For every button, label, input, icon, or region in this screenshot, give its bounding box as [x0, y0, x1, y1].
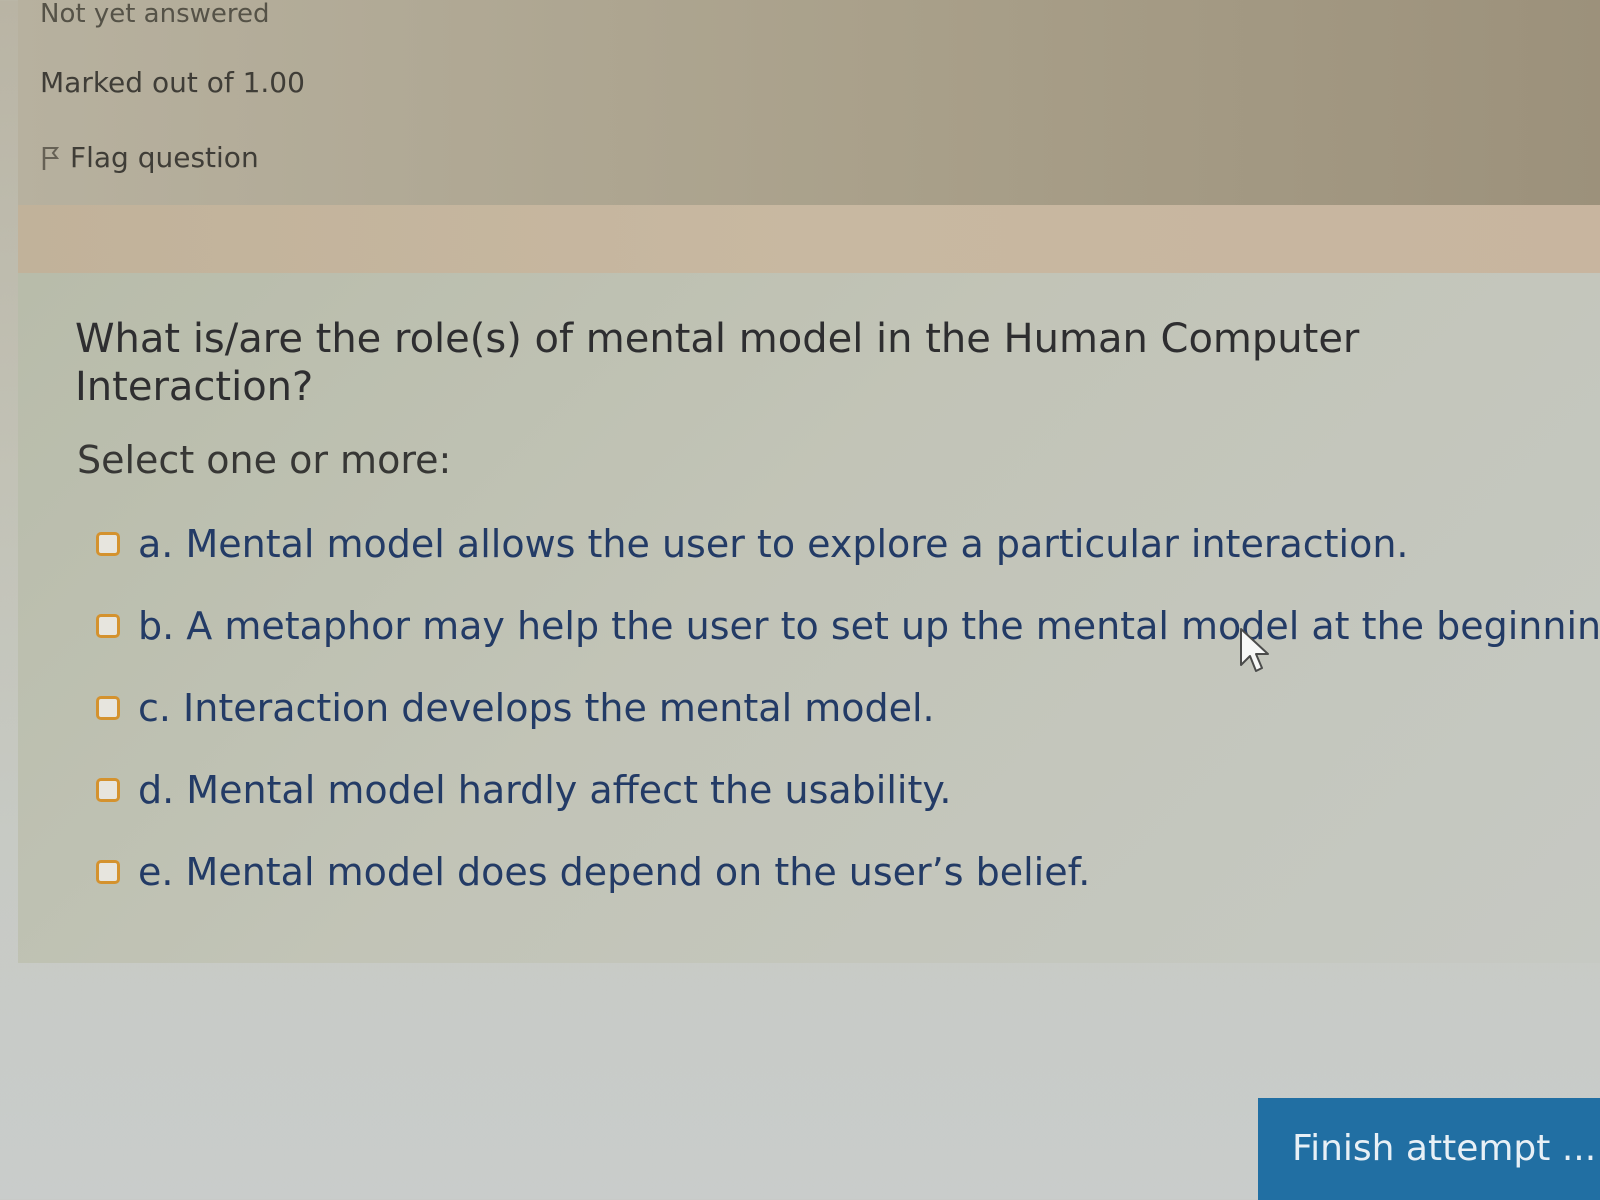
answer-option-a[interactable]: a. Mental model allows the user to explo… — [96, 503, 1586, 585]
option-label-c[interactable]: c. Interaction develops the mental model… — [138, 685, 935, 731]
quiz-page: Not yet answered Marked out of 1.00 Flag… — [0, 0, 1600, 1200]
option-label-b[interactable]: b. A metaphor may help the user to set u… — [138, 603, 1600, 649]
answer-option-d[interactable]: d. Mental model hardly affect the usabil… — [96, 749, 1586, 831]
checkbox-b[interactable] — [96, 614, 120, 638]
question-text: What is/are the role(s) of mental model … — [75, 316, 1360, 410]
section-separator — [18, 205, 1600, 273]
question-info-panel: Not yet answered Marked out of 1.00 Flag… — [18, 0, 1600, 205]
flag-question-link[interactable]: Flag question — [40, 142, 259, 174]
answer-option-c[interactable]: c. Interaction develops the mental model… — [96, 667, 1586, 749]
question-marks: Marked out of 1.00 — [40, 66, 305, 99]
option-label-d[interactable]: d. Mental model hardly affect the usabil… — [138, 767, 952, 813]
question-panel: What is/are the role(s) of mental model … — [18, 273, 1600, 963]
checkbox-c[interactable] — [96, 696, 120, 720]
flag-icon — [42, 147, 60, 170]
question-status: Not yet answered — [40, 0, 270, 29]
select-prompt: Select one or more: — [77, 438, 452, 482]
finish-attempt-button[interactable]: Finish attempt ... — [1258, 1098, 1600, 1200]
option-label-a[interactable]: a. Mental model allows the user to explo… — [138, 521, 1409, 567]
flag-question-label: Flag question — [70, 141, 259, 174]
answer-option-b[interactable]: b. A metaphor may help the user to set u… — [96, 585, 1600, 667]
checkbox-d[interactable] — [96, 778, 120, 802]
option-label-e[interactable]: e. Mental model does depend on the user’… — [138, 849, 1090, 895]
checkbox-a[interactable] — [96, 532, 120, 556]
answer-options: a. Mental model allows the user to explo… — [96, 503, 1600, 913]
answer-option-e[interactable]: e. Mental model does depend on the user’… — [96, 831, 1586, 913]
checkbox-e[interactable] — [96, 860, 120, 884]
